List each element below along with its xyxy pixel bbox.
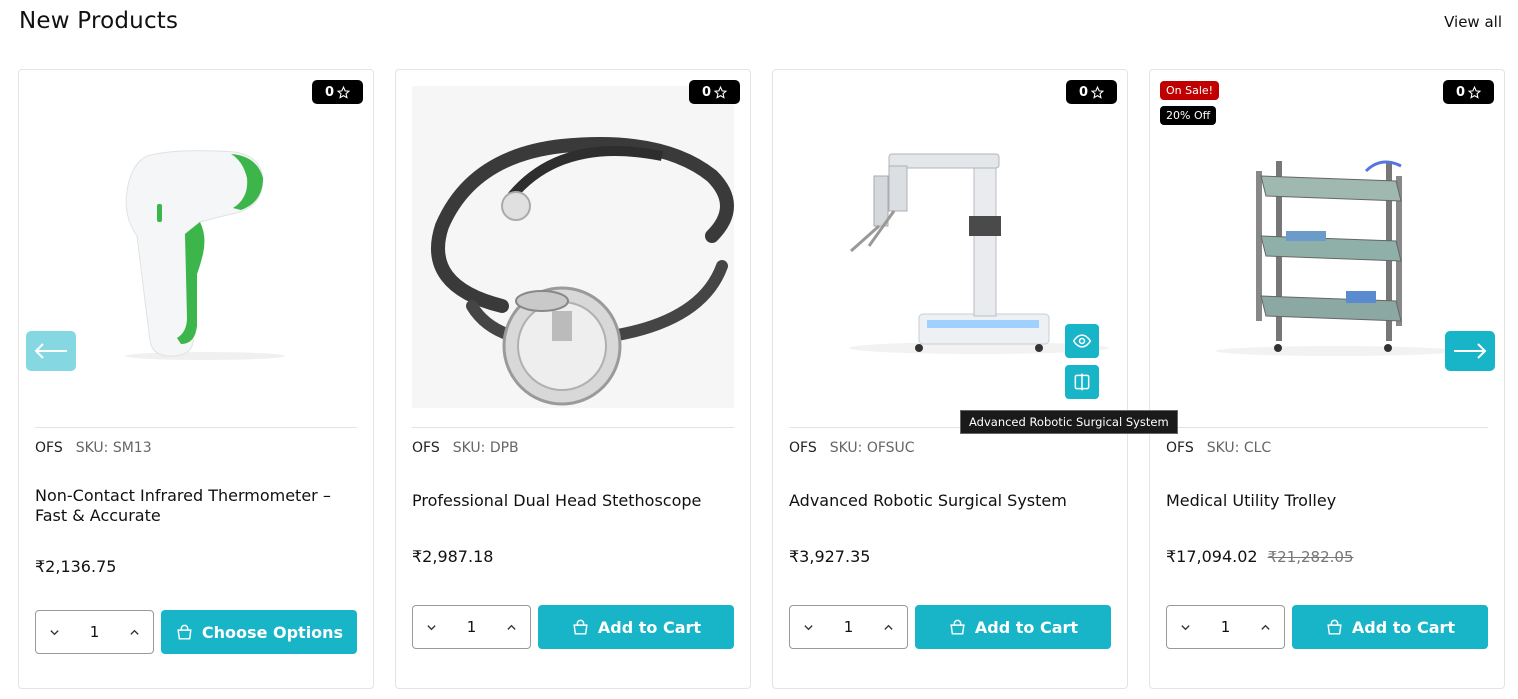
compare-button[interactable] <box>1065 365 1099 399</box>
shopping-bag-icon <box>1327 619 1342 635</box>
sale-badge: On Sale! <box>1160 81 1220 100</box>
section-title: New Products <box>19 8 179 34</box>
product-meta: OFS SKU: OFSUC <box>789 440 915 456</box>
product-image-trolley[interactable] <box>1166 86 1488 426</box>
product-meta: OFS SKU: DPB <box>412 440 519 456</box>
product-price: ₹2,987.18 <box>412 547 494 566</box>
increase-qty-button[interactable] <box>1258 619 1274 635</box>
chevron-down-icon <box>49 629 59 635</box>
product-meta: OFS SKU: SM13 <box>35 440 152 456</box>
decrease-qty-button[interactable] <box>1177 619 1193 635</box>
rating-badge: 0 <box>312 80 363 104</box>
add-to-cart-button[interactable]: Add to Cart <box>915 605 1111 649</box>
chevron-up-icon <box>130 629 140 635</box>
product-title[interactable]: Non-Contact Infrared Thermometer – Fast … <box>35 486 357 526</box>
product-title[interactable]: Professional Dual Head Stethoscope <box>412 491 734 511</box>
product-price: ₹17,094.02 ₹21,282.05 <box>1166 547 1354 566</box>
rating-badge: 0 <box>1066 80 1117 104</box>
chevron-up-icon <box>884 624 894 630</box>
increase-qty-button[interactable] <box>127 624 143 640</box>
arrow-right-icon <box>1454 343 1487 359</box>
increase-qty-button[interactable] <box>881 619 897 635</box>
product-title[interactable]: Advanced Robotic Surgical System <box>789 491 1111 511</box>
arrow-left-icon <box>34 343 67 359</box>
quantity-value[interactable]: 1 <box>1221 618 1231 636</box>
quantity-stepper[interactable]: 1 <box>412 605 531 649</box>
brand-label: OFS <box>412 440 440 456</box>
choose-options-button[interactable]: Choose Options <box>161 610 357 654</box>
product-price: ₹3,927.35 <box>789 547 871 566</box>
quantity-stepper[interactable]: 1 <box>35 610 154 654</box>
carousel-next-button[interactable] <box>1445 331 1495 371</box>
carousel-prev-button[interactable] <box>26 331 76 371</box>
tooltip: Advanced Robotic Surgical System <box>960 410 1178 434</box>
quantity-value[interactable]: 1 <box>90 623 100 641</box>
sku-label: SKU: SM13 <box>75 440 152 456</box>
add-to-cart-button[interactable]: Add to Cart <box>1292 605 1488 649</box>
sku-label: SKU: OFSUC <box>829 440 915 456</box>
sku-label: SKU: CLC <box>1206 440 1272 456</box>
sale-price: ₹17,094.02 <box>1166 547 1258 566</box>
brand-label: OFS <box>1166 440 1194 456</box>
shopping-bag-icon <box>950 619 965 635</box>
star-outline-icon <box>714 85 728 99</box>
chevron-up-icon <box>507 624 517 630</box>
product-image-thermometer[interactable] <box>35 86 357 426</box>
product-title[interactable]: Medical Utility Trolley <box>1166 491 1488 511</box>
decrease-qty-button[interactable] <box>46 624 62 640</box>
quick-view-button[interactable] <box>1065 324 1099 358</box>
product-image-stethoscope[interactable] <box>412 86 734 426</box>
star-outline-icon <box>1091 85 1105 99</box>
shopping-bag-icon <box>177 624 192 640</box>
brand-label: OFS <box>35 440 63 456</box>
shopping-bag-icon <box>573 619 588 635</box>
increase-qty-button[interactable] <box>504 619 520 635</box>
quantity-value[interactable]: 1 <box>844 618 854 636</box>
compare-icon <box>1074 373 1090 391</box>
rating-badge: 0 <box>689 80 740 104</box>
chevron-down-icon <box>803 624 813 630</box>
product-card[interactable]: On Sale! 20% Off 0 OFS SKU: CLC Medical U… <box>1149 69 1505 689</box>
star-outline-icon <box>337 85 351 99</box>
decrease-qty-button[interactable] <box>423 619 439 635</box>
quantity-value[interactable]: 1 <box>467 618 477 636</box>
quantity-stepper[interactable]: 1 <box>789 605 908 649</box>
sku-label: SKU: DPB <box>452 440 519 456</box>
chevron-up-icon <box>1261 624 1271 630</box>
brand-label: OFS <box>789 440 817 456</box>
quantity-stepper[interactable]: 1 <box>1166 605 1285 649</box>
product-card[interactable]: 0 OFS SKU: SM13 Non-Contact Infrared Ther… <box>18 69 374 689</box>
rating-badge: 0 <box>1443 80 1494 104</box>
eye-icon <box>1072 334 1092 348</box>
star-outline-icon <box>1468 85 1482 99</box>
view-all-link[interactable]: View all <box>1444 13 1502 31</box>
chevron-down-icon <box>426 624 436 630</box>
product-card[interactable]: 0 OFS SKU: OFSUC Advanced Robotic Surgica… <box>772 69 1128 689</box>
product-price: ₹2,136.75 <box>35 557 117 576</box>
decrease-qty-button[interactable] <box>800 619 816 635</box>
product-card[interactable]: 0 OFS SKU: DPB Professional Dual Head Ste… <box>395 69 751 689</box>
chevron-down-icon <box>1180 624 1190 630</box>
product-meta: OFS SKU: CLC <box>1166 440 1271 456</box>
discount-badge: 20% Off <box>1160 106 1217 125</box>
product-image-robotic-system[interactable] <box>789 86 1111 426</box>
original-price: ₹21,282.05 <box>1267 548 1354 566</box>
add-to-cart-button[interactable]: Add to Cart <box>538 605 734 649</box>
